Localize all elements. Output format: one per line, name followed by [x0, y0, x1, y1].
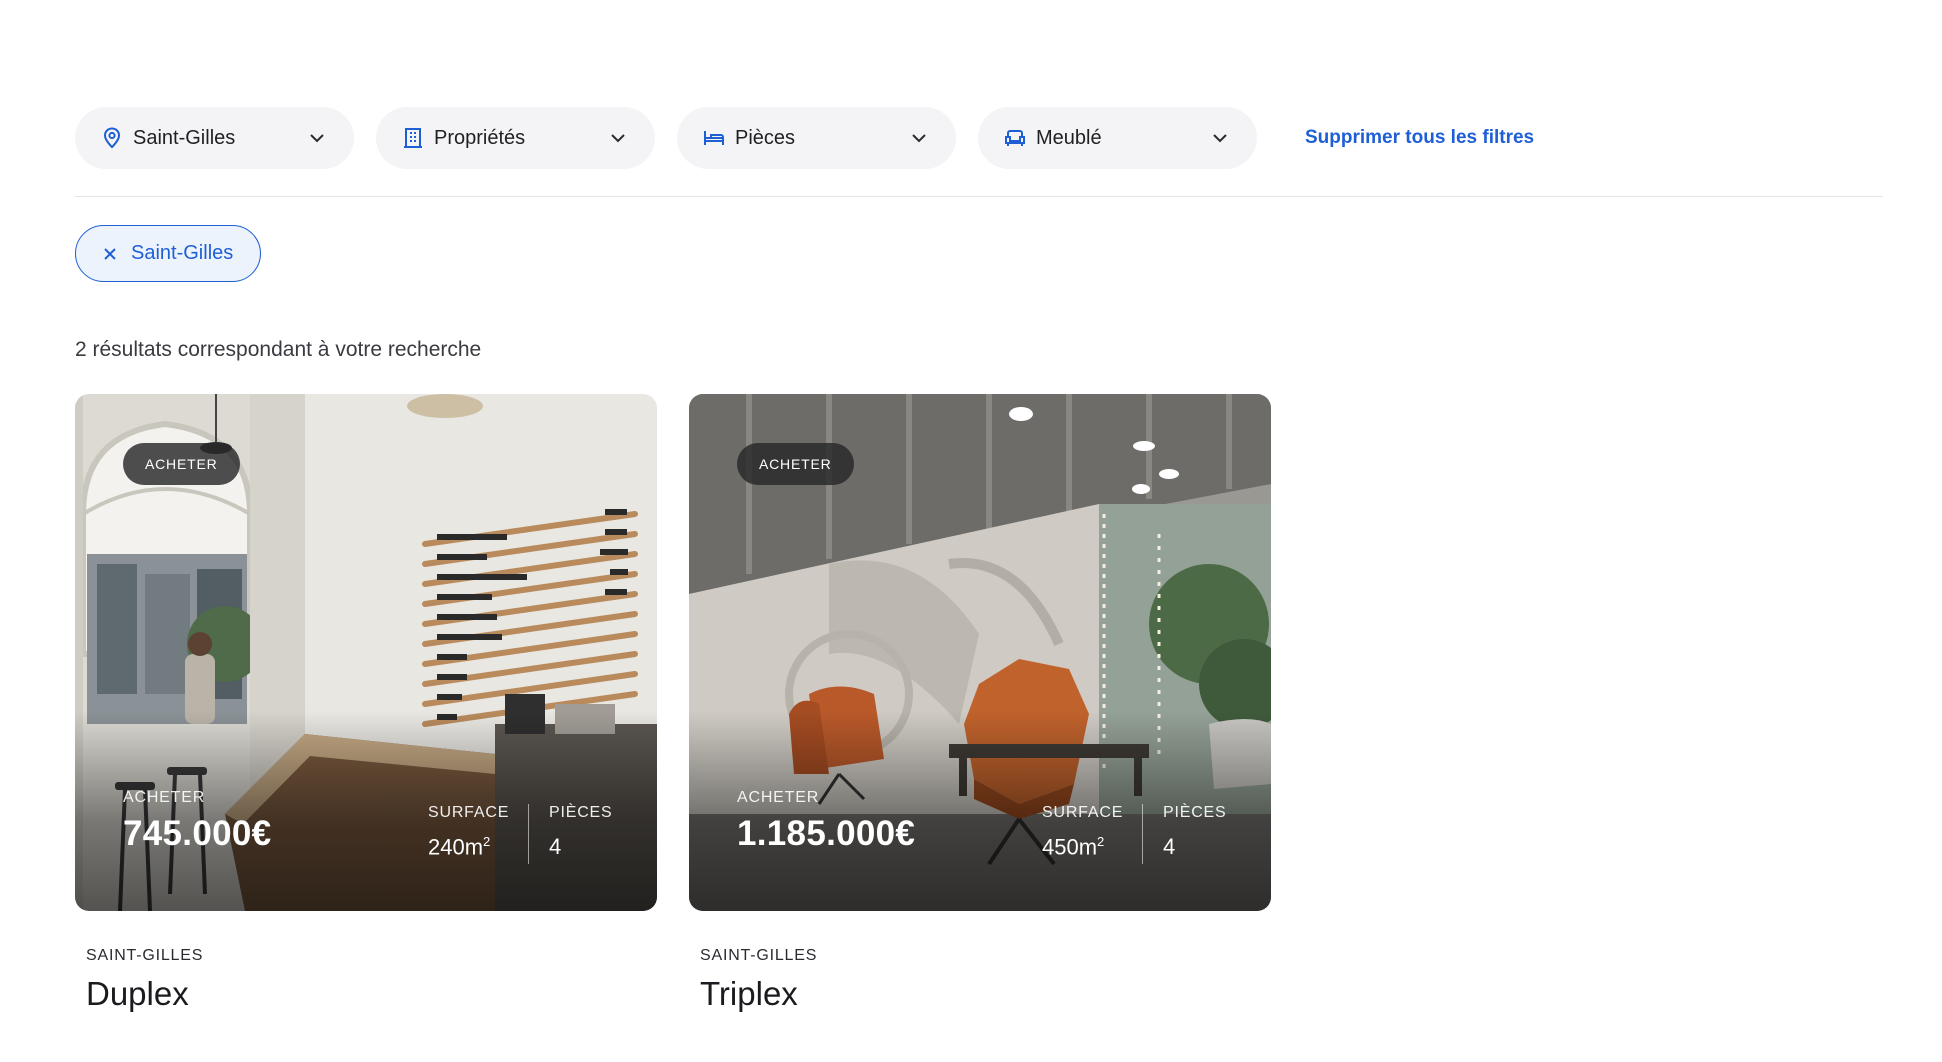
building-icon — [402, 127, 424, 149]
divider — [75, 196, 1883, 197]
surface-label: SURFACE — [428, 804, 510, 821]
filter-location-label: Saint-Gilles — [133, 126, 236, 149]
listing-title[interactable]: Duplex — [86, 975, 657, 1013]
location-pin-icon — [101, 127, 123, 149]
listing-card: ACHETER ACHETER 1.185.000€ SURFACE 450m2… — [689, 394, 1271, 1013]
filter-furnished-dropdown[interactable]: Meublé — [978, 107, 1257, 169]
listing-title[interactable]: Triplex — [700, 975, 1271, 1013]
filter-bar: Saint-Gilles Propriétés Pièces Meublé Su… — [75, 107, 1534, 169]
active-filter-chip-label: Saint-Gilles — [131, 242, 234, 264]
listing-price: 1.185.000€ — [737, 814, 916, 853]
stat-divider — [528, 804, 529, 864]
active-filter-chip[interactable]: Saint-Gilles — [75, 225, 262, 282]
surface-stat: SURFACE 240m2 — [428, 804, 509, 860]
surface-label: SURFACE — [1042, 804, 1124, 821]
rooms-label: PIÈCES — [549, 804, 613, 821]
surface-stat: SURFACE 450m2 — [1042, 804, 1123, 860]
filter-furnished-label: Meublé — [1036, 126, 1102, 149]
chevron-down-icon — [910, 129, 928, 147]
listing-card: ACHETER ACHETER 745.000€ SURFACE 240m2 P… — [75, 394, 657, 1013]
chevron-down-icon — [1211, 129, 1229, 147]
filter-location-dropdown[interactable]: Saint-Gilles — [75, 107, 354, 169]
rooms-value: 4 — [1163, 834, 1176, 859]
rooms-stat: PIÈCES 4 — [549, 804, 613, 860]
result-count: 2 résultats correspondant à votre recher… — [75, 338, 482, 361]
surface-value: 450m2 — [1042, 834, 1105, 860]
rooms-label: PIÈCES — [1163, 804, 1227, 821]
surface-value: 240m2 — [428, 834, 491, 860]
clear-all-filters-link[interactable]: Supprimer tous les filtres — [1305, 127, 1534, 149]
filter-rooms-label: Pièces — [735, 126, 796, 149]
filter-rooms-dropdown[interactable]: Pièces — [677, 107, 956, 169]
listing-image[interactable]: ACHETER ACHETER 745.000€ SURFACE 240m2 P… — [75, 394, 657, 911]
listing-transaction-type: ACHETER — [737, 789, 820, 806]
filter-property-dropdown[interactable]: Propriétés — [376, 107, 655, 169]
rooms-value: 4 — [549, 834, 562, 859]
stat-divider — [1142, 804, 1143, 864]
rooms-stat: PIÈCES 4 — [1163, 804, 1227, 860]
bed-icon — [703, 127, 725, 149]
filter-property-label: Propriétés — [434, 126, 526, 149]
listing-price: 745.000€ — [123, 814, 272, 853]
chevron-down-icon — [609, 129, 627, 147]
close-icon[interactable] — [101, 245, 119, 263]
listing-location: SAINT-GILLES — [86, 947, 204, 964]
sofa-icon — [1004, 127, 1026, 149]
chevron-down-icon — [308, 129, 326, 147]
listing-badge: ACHETER — [123, 443, 240, 485]
listing-location: SAINT-GILLES — [700, 947, 818, 964]
listing-transaction-type: ACHETER — [123, 789, 206, 806]
listing-badge: ACHETER — [737, 443, 854, 485]
listing-image[interactable]: ACHETER ACHETER 1.185.000€ SURFACE 450m2… — [689, 394, 1271, 911]
